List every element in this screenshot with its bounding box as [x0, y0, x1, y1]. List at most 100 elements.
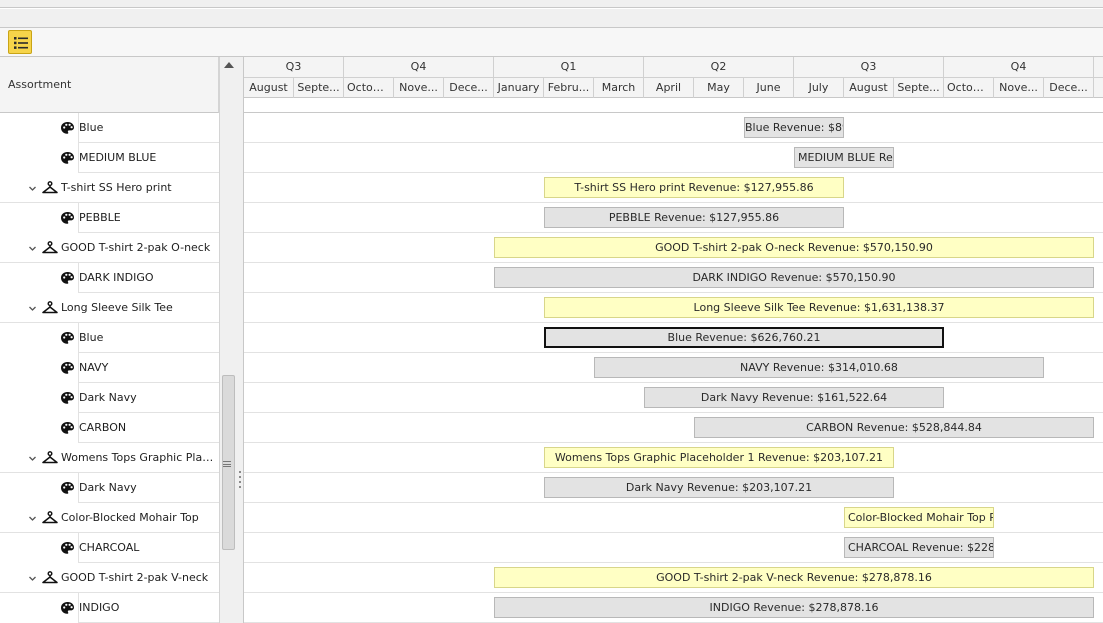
assortment-tree: Blue MEDIUM BLUE T-shirt SS Hero print PEBB…	[0, 113, 219, 623]
month-header-cell: August	[844, 78, 894, 98]
panel-splitter[interactable]	[237, 57, 244, 623]
chevron-down-icon-glyph	[29, 246, 36, 251]
month-header-cell: October	[944, 78, 994, 98]
tree-row-color[interactable]: Blue	[0, 113, 219, 143]
style-revenue-bar[interactable]: GOOD T-shirt 2-pak V-neck Revenue: $278,…	[494, 567, 1094, 588]
assortment-column-header[interactable]: Assortment	[0, 57, 219, 113]
tree-row-style[interactable]: GOOD T-shirt 2-pak O-neck	[0, 233, 219, 263]
gantt-row: NAVY Revenue: $314,010.68	[244, 353, 1103, 383]
gantt-row: Long Sleeve Silk Tee Revenue: $1,631,138…	[244, 293, 1103, 323]
hanger-icon-glyph	[42, 301, 58, 314]
gantt-row: Dark Navy Revenue: $161,522.64	[244, 383, 1103, 413]
palette-icon-glyph	[61, 122, 74, 134]
color-revenue-bar[interactable]: CARBON Revenue: $528,844.84	[694, 417, 1094, 438]
style-revenue-bar[interactable]: GOOD T-shirt 2-pak O-neck Revenue: $570,…	[494, 237, 1094, 258]
month-header-cell: Nove...	[994, 78, 1044, 98]
tree-row-style[interactable]: Color-Blocked Mohair Top	[0, 503, 219, 533]
list-view-button[interactable]	[8, 30, 32, 54]
color-revenue-bar[interactable]: Dark Navy Revenue: $203,107.21	[544, 477, 894, 498]
month-header-cell: August	[244, 78, 294, 98]
color-revenue-bar[interactable]: Blue Revenue: $89	[744, 117, 844, 138]
gantt-row: CHARCOAL Revenue: $228,5	[244, 533, 1103, 563]
tree-row-color[interactable]: Dark Navy	[0, 383, 219, 413]
scroll-up-arrow-icon[interactable]	[224, 62, 234, 68]
tree-row-label: Womens Tops Graphic Placeh...	[61, 451, 216, 464]
palette-icon-glyph	[61, 272, 74, 284]
vertical-scrollbar[interactable]	[219, 57, 237, 623]
tree-row-color[interactable]: INDIGO	[0, 593, 219, 623]
tree-row-label: Blue	[79, 331, 104, 344]
month-header-cell: Dece...	[444, 78, 494, 98]
hanger-icon-glyph	[42, 241, 58, 254]
style-revenue-bar[interactable]: Long Sleeve Silk Tee Revenue: $1,631,138…	[544, 297, 1094, 318]
tree-row-label: DARK INDIGO	[79, 271, 154, 284]
color-revenue-bar[interactable]: INDIGO Revenue: $278,878.16	[494, 597, 1094, 618]
gantt-row: GOOD T-shirt 2-pak V-neck Revenue: $278,…	[244, 563, 1103, 593]
month-header-row: August Septe... October Nove... Dece... Janua…	[244, 78, 1103, 98]
quarter-header-cell: Q4	[944, 57, 1094, 78]
palette-icon	[60, 271, 75, 288]
month-header-cell: June	[744, 78, 794, 98]
tree-row-style[interactable]: T-shirt SS Hero print	[0, 173, 219, 203]
quarter-header-cell: Q1	[494, 57, 644, 78]
gantt-row: Dark Navy Revenue: $203,107.21	[244, 473, 1103, 503]
tree-row-color[interactable]: Blue	[0, 323, 219, 353]
chevron-down-icon-glyph	[29, 516, 36, 521]
chevron-down-icon[interactable]	[28, 453, 37, 462]
style-revenue-bar[interactable]: T-shirt SS Hero print Revenue: $127,955.…	[544, 177, 844, 198]
tree-row-color[interactable]: PEBBLE	[0, 203, 219, 233]
hanger-icon	[42, 181, 58, 198]
hanger-icon	[42, 571, 58, 588]
color-revenue-bar[interactable]: MEDIUM BLUE Revenue	[794, 147, 894, 168]
gantt-row: Blue Revenue: $626,760.21	[244, 323, 1103, 353]
tree-row-style[interactable]: Womens Tops Graphic Placeh...	[0, 443, 219, 473]
month-header-cell: October	[344, 78, 394, 98]
color-revenue-bar[interactable]: CHARCOAL Revenue: $228,5	[844, 537, 994, 558]
style-revenue-bar[interactable]: Womens Tops Graphic Placeholder 1 Revenu…	[544, 447, 894, 468]
palette-icon	[60, 361, 75, 378]
chevron-down-icon-glyph	[29, 186, 36, 191]
tree-row-label: Blue	[79, 121, 104, 134]
gantt-row: CARBON Revenue: $528,844.84	[244, 413, 1103, 443]
color-revenue-bar[interactable]: PEBBLE Revenue: $127,955.86	[544, 207, 844, 228]
assortment-header-label: Assortment	[8, 78, 72, 91]
month-header-cell: J	[1094, 78, 1103, 98]
gantt-rows: Blue Revenue: $89 MEDIUM BLUE Revenue T-sh…	[244, 113, 1103, 623]
tree-row-label: GOOD T-shirt 2-pak O-neck	[61, 241, 211, 254]
gantt-row: DARK INDIGO Revenue: $570,150.90	[244, 263, 1103, 293]
tree-row-style[interactable]: Long Sleeve Silk Tee	[0, 293, 219, 323]
style-revenue-bar[interactable]: Color-Blocked Mohair Top Revenue	[844, 507, 994, 528]
chevron-down-icon[interactable]	[28, 303, 37, 312]
month-header-cell: Septe...	[894, 78, 944, 98]
chevron-down-icon[interactable]	[28, 243, 37, 252]
chevron-down-icon[interactable]	[28, 573, 37, 582]
color-revenue-bar[interactable]: DARK INDIGO Revenue: $570,150.90	[494, 267, 1094, 288]
palette-icon-glyph	[61, 422, 74, 434]
palette-icon	[60, 331, 75, 348]
tree-row-label: CHARCOAL	[79, 541, 140, 554]
month-header-cell: April	[644, 78, 694, 98]
tree-row-color[interactable]: NAVY	[0, 353, 219, 383]
chevron-down-icon[interactable]	[28, 183, 37, 192]
tree-row-label: PEBBLE	[79, 211, 121, 224]
gantt-chart: Q3 Q4 Q1 Q2 Q3 Q4 August Septe... October Nove..…	[244, 57, 1103, 623]
chevron-down-icon[interactable]	[28, 513, 37, 522]
palette-icon-glyph	[61, 212, 74, 224]
hanger-icon	[42, 241, 58, 258]
palette-icon-glyph	[61, 152, 74, 164]
tree-row-color[interactable]: CARBON	[0, 413, 219, 443]
tree-row-color[interactable]: CHARCOAL	[0, 533, 219, 563]
scrollbar-grip-icon	[223, 461, 231, 467]
quarter-header-cell: Q3	[244, 57, 344, 78]
tree-row-label: T-shirt SS Hero print	[61, 181, 172, 194]
tree-row-style[interactable]: GOOD T-shirt 2-pak V-neck	[0, 563, 219, 593]
tree-row-color[interactable]: DARK INDIGO	[0, 263, 219, 293]
list-view-icon	[14, 37, 28, 49]
tree-row-color[interactable]: Dark Navy	[0, 473, 219, 503]
tree-row-color[interactable]: MEDIUM BLUE	[0, 143, 219, 173]
color-revenue-bar[interactable]: Dark Navy Revenue: $161,522.64	[644, 387, 944, 408]
assortment-tree-panel: Assortment Blue MEDIUM BLUE T-shirt SS Her…	[0, 57, 237, 623]
color-revenue-bar[interactable]: Blue Revenue: $626,760.21	[544, 327, 944, 348]
color-revenue-bar[interactable]: NAVY Revenue: $314,010.68	[594, 357, 1044, 378]
tree-row-label: INDIGO	[79, 601, 120, 614]
